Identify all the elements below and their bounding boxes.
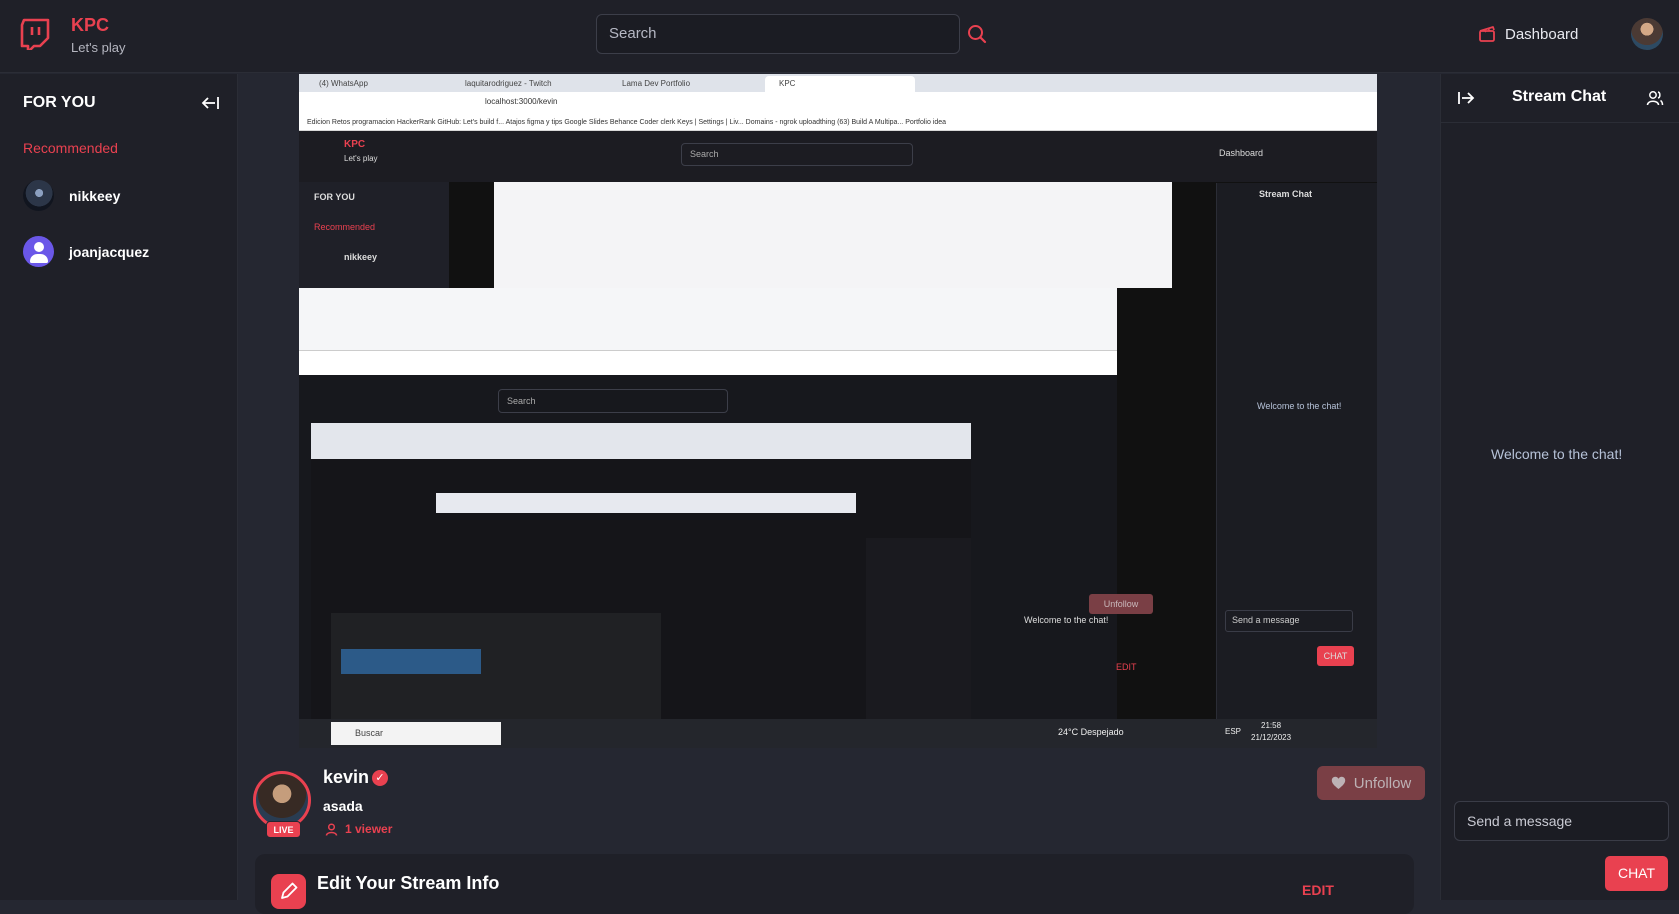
browser-tab[interactable]: laquitarodriguez - Twitch <box>451 76 601 92</box>
taskbar-lang: ESP <box>1225 727 1242 736</box>
chat-welcome-message: Welcome to the chat! <box>1491 446 1623 462</box>
sidebar-user-joanjacquez[interactable]: joanjacquez <box>23 236 149 267</box>
collapse-chat-icon[interactable] <box>1458 90 1475 106</box>
brand-title[interactable]: KPC <box>71 15 109 36</box>
url-text: localhost:3000/kevin <box>485 97 558 106</box>
dashboard-label: Dashboard <box>1505 25 1579 43</box>
windows-taskbar: Buscar 24°C Despejado ESP 21:58 21/12/20… <box>299 719 1377 748</box>
video-player[interactable]: (4) WhatsApp laquitarodriguez - Twitch L… <box>299 74 1377 748</box>
inner-navbar: KPC Let's play Search Dashboard <box>299 131 1377 182</box>
paint-toolbar <box>299 288 1117 351</box>
sidebar-user-name: joanjacquez <box>69 243 150 260</box>
bookmarks-bar: Edicion Retos programacion HackerRank Gi… <box>299 114 1377 131</box>
inner-dashboard: Dashboard <box>1219 148 1264 158</box>
captured-stage: Search Welcome to the chat! <box>299 375 1117 748</box>
pencil-icon <box>271 874 306 909</box>
chat-send-button[interactable]: CHAT <box>1605 856 1668 891</box>
taskbar-weather: 24°C Despejado <box>1058 727 1124 737</box>
start-menu-highlight <box>341 649 481 674</box>
inner-brand: KPC <box>344 139 366 150</box>
navbar: KPC Let's play Search Dashboard <box>0 0 1679 73</box>
paint-window-preview <box>494 182 1172 288</box>
viewer-count-label: 1 viewer <box>345 822 393 836</box>
collapse-sidebar-icon[interactable] <box>201 95 219 111</box>
search-icon[interactable] <box>967 24 987 44</box>
inner-for-you: FOR YOU <box>314 192 355 202</box>
stream-title: asada <box>323 798 363 814</box>
inner-stream-chat: Stream Chat Welcome to the chat! Send a … <box>1216 183 1377 748</box>
inner-brand-sub: Let's play <box>344 154 378 163</box>
edit-stream-title: Edit Your Stream Info <box>317 873 500 893</box>
avatar <box>23 236 54 267</box>
sidebar-user-nikkeey[interactable]: nikkeey <box>23 180 120 211</box>
dashboard-button[interactable]: Dashboard <box>1478 22 1578 46</box>
inner-unfollow: Unfollow <box>1089 594 1153 614</box>
live-badge: LIVE <box>266 821 301 838</box>
sidebar-heading: FOR YOU <box>23 94 96 111</box>
sidebar-user-name: nikkeey <box>69 187 121 204</box>
user-icon <box>325 822 338 836</box>
stream-info: LIVE kevin ✓ asada 1 viewer Unfollow Edi… <box>238 748 1431 914</box>
stream-chat: Stream Chat Welcome to the chat! Send a … <box>1440 74 1679 900</box>
taskbar-date: 21/12/2023 <box>1251 733 1292 742</box>
nested-browser-chrome-2 <box>436 493 856 513</box>
search-input[interactable]: Search <box>596 14 960 54</box>
sidebar: FOR YOU Recommended nikkeey joanjacquez <box>0 74 238 900</box>
edit-stream-card: Edit Your Stream Info EDIT <box>255 854 1414 914</box>
inner-send: Send a message <box>1225 610 1353 632</box>
inner-recommended: Recommended <box>314 222 376 232</box>
nested-screen <box>311 423 971 748</box>
browser-tab[interactable]: Lama Dev Portfolio <box>608 76 758 92</box>
browser-tab-active[interactable]: KPC <box>765 76 915 92</box>
chat-title: Stream Chat <box>1512 88 1607 105</box>
streamer-name: kevin <box>323 767 370 787</box>
inner-search-2: Search <box>498 389 728 413</box>
unfollow-label: Unfollow <box>1353 774 1412 792</box>
browser-tab-bar: (4) WhatsApp laquitarodriguez - Twitch L… <box>299 74 1377 92</box>
paint-ruler <box>299 351 1117 375</box>
chat-message-input[interactable]: Send a message <box>1454 801 1669 841</box>
twitch-logo-icon[interactable] <box>20 18 50 50</box>
browser-address-bar[interactable]: localhost:3000/kevin <box>299 92 1377 114</box>
nested-chat <box>866 538 971 748</box>
browser-tab[interactable]: (4) WhatsApp <box>305 76 445 92</box>
nested-browser-chrome <box>311 423 971 459</box>
heart-icon <box>1331 776 1345 789</box>
inner-search: Search <box>681 143 913 166</box>
inner-welcome-2: Welcome to the chat! <box>1024 615 1109 625</box>
user-avatar[interactable] <box>1631 18 1663 50</box>
verified-icon: ✓ <box>372 770 388 786</box>
edit-button[interactable]: EDIT <box>1302 882 1334 898</box>
inner-sidebar: FOR YOU Recommended nikkeey <box>299 182 449 288</box>
community-icon[interactable] <box>1646 89 1664 107</box>
taskbar-time: 21:58 <box>1261 721 1282 730</box>
inner-chat-btn: CHAT <box>1317 646 1354 666</box>
brand-subtitle: Let's play <box>71 40 126 55</box>
inner-edit: EDIT <box>1116 662 1137 672</box>
avatar <box>23 180 54 211</box>
viewer-count: 1 viewer <box>325 822 392 836</box>
clapperboard-icon <box>1479 26 1495 42</box>
inner-user: nikkeey <box>344 252 378 262</box>
inner-welcome: Welcome to the chat! <box>1257 401 1342 411</box>
recommended-label: Recommended <box>23 140 118 156</box>
taskbar-search: Buscar <box>331 722 501 745</box>
chat-header: Stream Chat <box>1441 74 1679 123</box>
inner-chat-title: Stream Chat <box>1259 189 1313 199</box>
unfollow-button[interactable]: Unfollow <box>1317 766 1425 800</box>
